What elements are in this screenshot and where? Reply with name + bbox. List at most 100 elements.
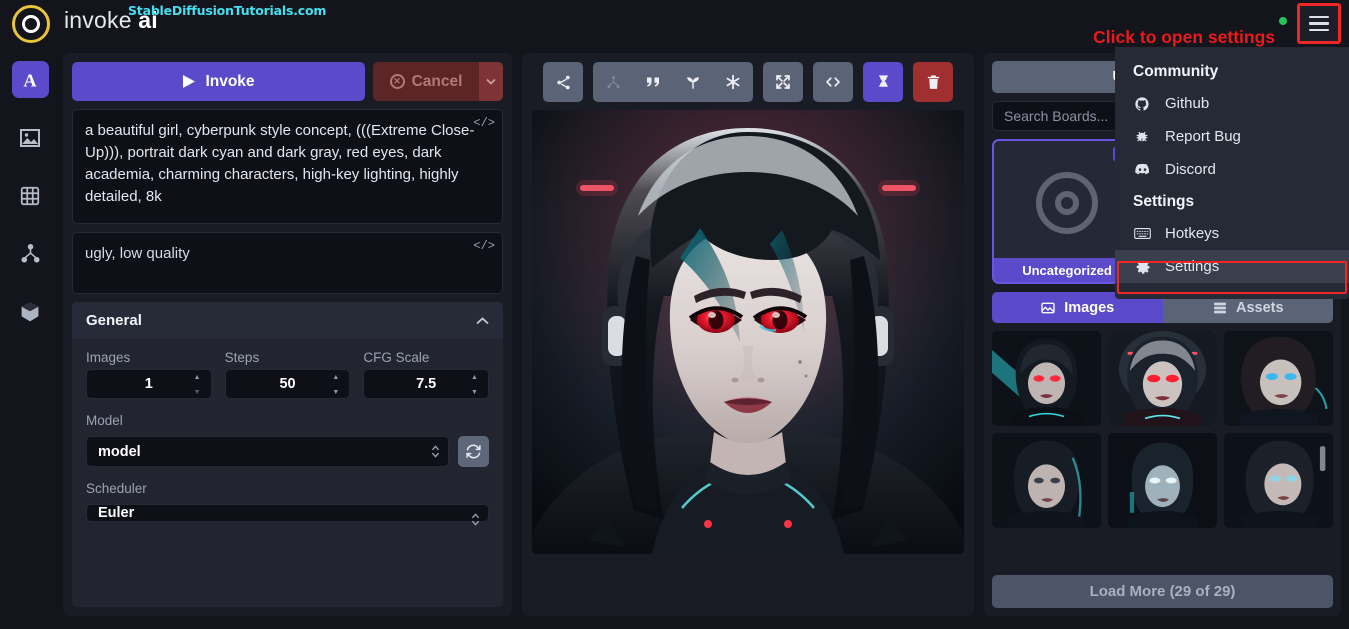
cancel-button-group: ✕ Cancel <box>373 62 503 101</box>
discord-icon <box>1133 161 1151 178</box>
chevron-updown-icon <box>431 444 440 461</box>
gallery-thumbnail[interactable] <box>992 331 1101 426</box>
hourglass-icon <box>878 74 888 87</box>
images-value: 1 <box>144 376 153 392</box>
menu-item-github[interactable]: Github <box>1115 87 1349 120</box>
code-icon <box>826 77 840 87</box>
positive-prompt-text: a beautiful girl, cyberpunk style concep… <box>85 122 475 206</box>
board-placeholder-icon <box>1036 171 1098 234</box>
bug-icon <box>1133 129 1151 145</box>
menu-section-community-title: Community <box>1133 63 1219 80</box>
menu-item-settings[interactable]: Settings <box>1115 250 1349 283</box>
cancel-options-button[interactable] <box>479 62 503 101</box>
assets-icon <box>1213 302 1226 313</box>
thumbnail-image-2 <box>1108 331 1217 426</box>
share-button[interactable] <box>543 62 583 102</box>
metadata-button[interactable] <box>813 62 853 102</box>
status-indicator-dot <box>1279 17 1287 25</box>
gear-icon <box>1133 258 1151 275</box>
stepper-down-icon: ▼ <box>332 389 340 396</box>
thumbnail-image-6 <box>1224 433 1333 528</box>
sidebar-item-node-editor[interactable] <box>12 235 49 272</box>
code-icon[interactable]: </> <box>473 238 495 256</box>
gallery-thumbnail[interactable] <box>1224 433 1333 528</box>
main-image[interactable] <box>532 110 964 554</box>
positive-prompt-input[interactable]: a beautiful girl, cyberpunk style concep… <box>72 109 503 224</box>
model-value: model <box>98 443 141 460</box>
hamburger-icon <box>1309 15 1329 32</box>
hamburger-menu-button[interactable] <box>1297 3 1341 44</box>
model-select[interactable]: model <box>86 436 449 467</box>
sidebar-item-image-to-image[interactable] <box>12 119 49 156</box>
cancel-button[interactable]: ✕ Cancel <box>373 62 479 101</box>
cfg-scale-value: 7.5 <box>416 376 437 392</box>
fullscreen-button[interactable] <box>763 62 803 102</box>
negative-prompt-input[interactable]: ugly, low quality </> <box>72 232 503 294</box>
svg-text:A: A <box>23 70 37 90</box>
cfg-scale-input[interactable]: 7.5 ▲ ▼ <box>363 369 490 399</box>
stepper-up-icon: ▲ <box>332 374 340 381</box>
menu-item-settings-label: Settings <box>1165 258 1220 275</box>
sidebar-item-text-to-image[interactable]: A <box>11 61 49 98</box>
menu-item-hotkeys[interactable]: Hotkeys <box>1115 217 1349 250</box>
load-more-label: Load More (29 of 29) <box>1089 583 1236 600</box>
use-seed-button[interactable] <box>673 62 713 102</box>
invoke-button-label: Invoke <box>205 72 255 90</box>
sidebar-item-model-manager[interactable] <box>12 293 49 330</box>
gallery-thumbnail[interactable] <box>992 433 1101 528</box>
thumbnail-image-5 <box>1108 433 1217 528</box>
images-stepper[interactable]: ▲ ▼ <box>194 374 204 396</box>
sidebar-item-unified-canvas[interactable] <box>12 177 49 214</box>
delete-button[interactable] <box>913 62 953 102</box>
model-label: Model <box>86 413 123 428</box>
steps-stepper[interactable]: ▲ ▼ <box>332 374 342 396</box>
scheduler-label: Scheduler <box>86 481 147 496</box>
nodes-icon <box>606 75 620 88</box>
cfg-scale-label: CFG Scale <box>363 350 430 365</box>
model-row: model <box>86 436 489 467</box>
steps-input[interactable]: 50 ▲ ▼ <box>224 369 351 399</box>
image-toolbar <box>543 62 953 102</box>
load-more-button[interactable]: Load More (29 of 29) <box>992 575 1333 608</box>
steps-label: Steps <box>224 350 260 365</box>
images-icon <box>1041 302 1055 313</box>
top-bar: invoke ai StableDiffusionTutorials.com C… <box>0 0 1349 47</box>
menu-item-report-bug[interactable]: Report Bug <box>1115 120 1349 153</box>
general-accordion-header[interactable]: General <box>72 302 503 339</box>
use-all-parameters-button[interactable] <box>593 62 633 102</box>
cfg-scale-field: CFG Scale 7.5 ▲ ▼ <box>363 350 490 399</box>
left-rail: A <box>0 47 60 629</box>
steps-field: Steps 50 ▲ ▼ <box>224 350 351 399</box>
gallery-thumbnail-selected[interactable] <box>1108 331 1217 426</box>
letter-a-icon: A <box>23 70 37 90</box>
general-accordion: General Images 1 ▲ ▼ Steps 50 ▲ ▼ CFG Sc… <box>72 302 503 607</box>
grid-icon <box>20 186 40 205</box>
progress-button[interactable] <box>863 62 903 102</box>
menu-item-hotkeys-label: Hotkeys <box>1165 225 1220 242</box>
menu-item-discord[interactable]: Discord <box>1115 153 1349 186</box>
chevron-down-icon <box>486 78 496 85</box>
parameters-panel: Invoke ✕ Cancel a beautiful girl, cyberp… <box>63 53 512 616</box>
settings-callout-annotation: Click to open settings <box>1093 27 1275 47</box>
refresh-models-button[interactable] <box>458 436 489 467</box>
stepper-down-icon: ▼ <box>471 389 478 396</box>
cancel-button-label: Cancel <box>411 72 463 90</box>
cube-icon <box>21 302 39 321</box>
thumbnail-image-1 <box>992 331 1101 426</box>
general-accordion-body: Images 1 ▲ ▼ Steps 50 ▲ ▼ CFG Scale 7.5 … <box>72 339 503 533</box>
code-icon[interactable]: </> <box>473 115 495 133</box>
negative-prompt-text: ugly, low quality <box>85 245 190 262</box>
images-input[interactable]: 1 ▲ ▼ <box>86 369 212 399</box>
scheduler-select[interactable]: Euler <box>86 504 489 526</box>
gallery-thumbnail[interactable] <box>1224 331 1333 426</box>
use-all-button[interactable] <box>713 62 753 102</box>
share-icon <box>556 75 570 89</box>
gallery-thumbnail[interactable] <box>1108 433 1217 528</box>
invoke-button[interactable]: Invoke <box>72 62 365 101</box>
cfg-scale-stepper[interactable]: ▲ ▼ <box>471 374 481 396</box>
chevron-updown-icon <box>471 512 480 529</box>
parameter-buttons-group <box>593 62 753 102</box>
tab-images-label: Images <box>1064 299 1115 316</box>
use-prompt-button[interactable] <box>633 62 673 102</box>
cancel-x-icon: ✕ <box>389 74 405 89</box>
